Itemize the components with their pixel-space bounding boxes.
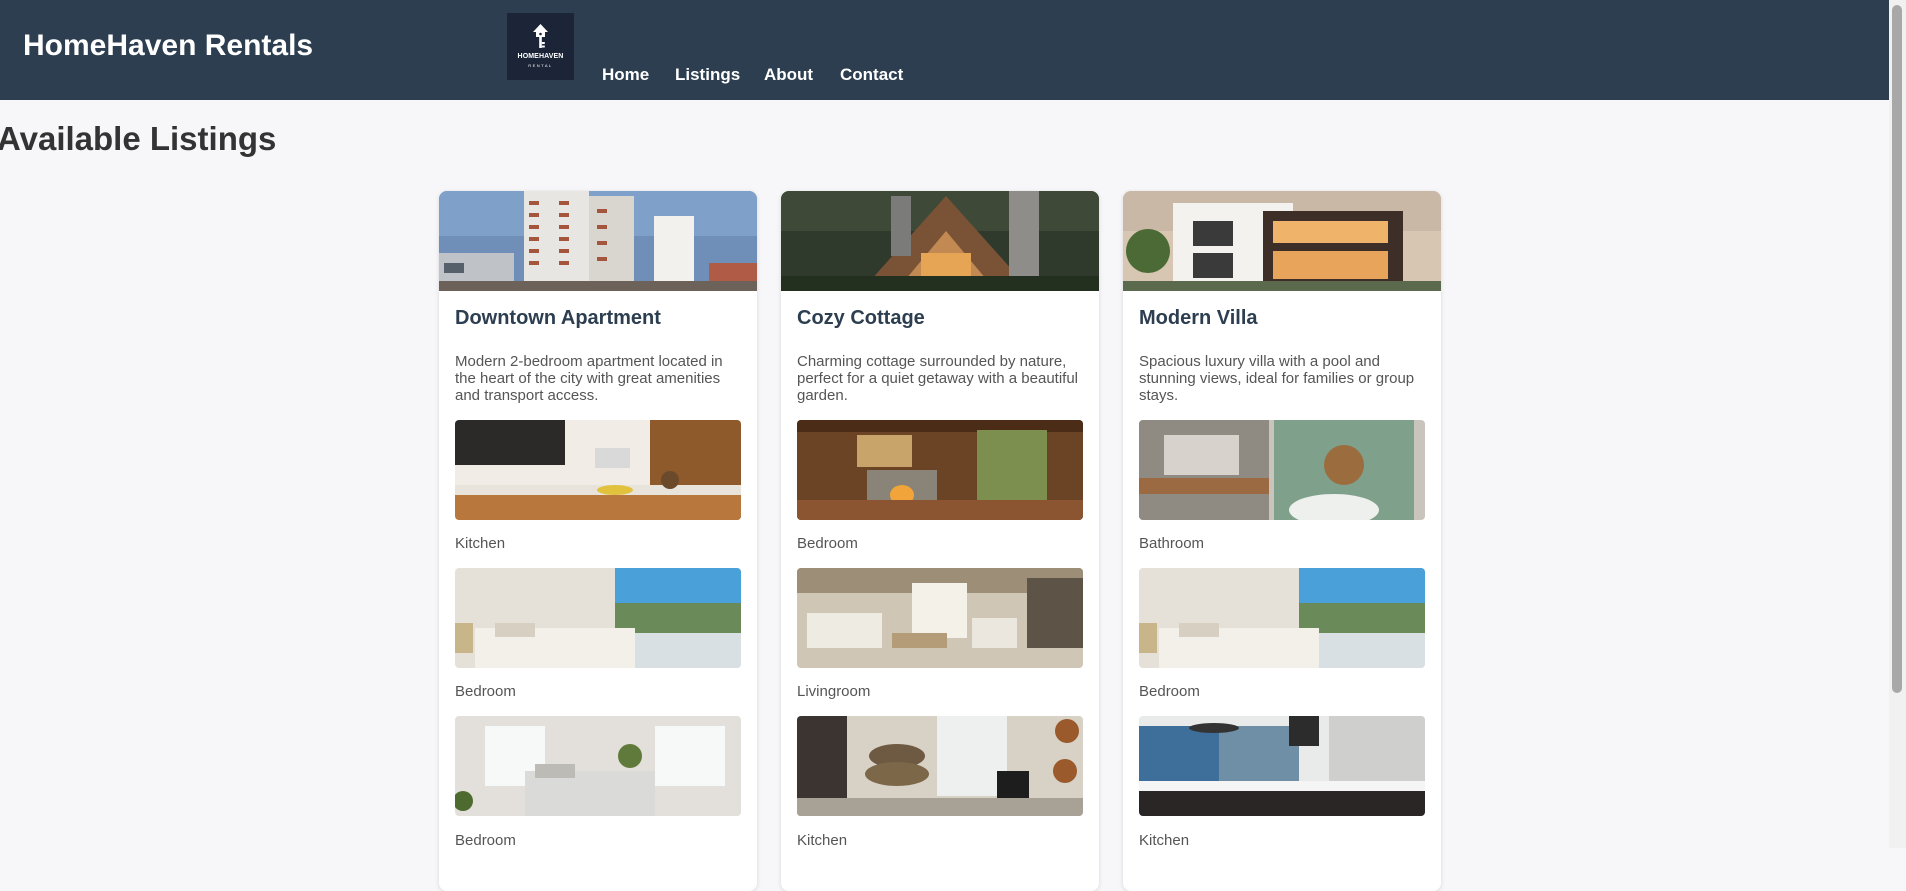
room-image-bathroom[interactable] [1139,420,1425,520]
room-image-kitchen[interactable] [1139,716,1425,816]
listing-cover-image [781,191,1099,291]
nav-about[interactable]: About [764,65,813,85]
listing-title[interactable]: Downtown Apartment [455,307,661,330]
scrollbar-thumb[interactable] [1892,5,1902,693]
listing-cover-image [1123,191,1441,291]
room-image-bedroom[interactable] [1139,568,1425,668]
room-image-kitchen[interactable] [797,716,1083,816]
site-brand[interactable]: HomeHaven Rentals [23,29,313,63]
room-label: Kitchen [1139,832,1190,849]
listing-title[interactable]: Cozy Cottage [797,307,925,330]
nav-contact[interactable]: Contact [840,65,903,85]
house-key-icon [533,24,548,48]
room-label: Livingroom [797,683,871,700]
room-image-bedroom[interactable] [797,420,1083,520]
room-label: Kitchen [455,535,506,552]
room-label: Bedroom [1139,683,1200,700]
room-image-livingroom[interactable] [797,568,1083,668]
room-label: Bedroom [455,683,516,700]
room-label: Bedroom [797,535,858,552]
listing-title[interactable]: Modern Villa [1139,307,1258,330]
nav-home[interactable]: Home [602,65,649,85]
listing-card[interactable]: Cozy Cottage Charming cottage surrounded… [781,191,1099,891]
listing-cover-image [439,191,757,291]
room-label: Bathroom [1139,535,1205,552]
listing-description: Modern 2-bedroom apartment located in th… [455,353,723,404]
listing-description: Spacious luxury villa with a pool and st… [1139,353,1415,404]
listing-card[interactable]: Downtown Apartment Modern 2-bedroom apar… [439,191,757,891]
page-title: Available Listings [0,120,277,157]
logo-name: HOMEHAVEN [517,53,564,60]
page-scrollbar[interactable] [1889,0,1906,848]
room-label: Kitchen [797,832,848,849]
room-image-bedroom[interactable] [455,568,741,668]
brand-logo[interactable]: HOMEHAVEN RENTAL [507,13,574,80]
logo-sub: RENTAL [528,63,553,68]
listing-description: Charming cottage surrounded by nature, p… [797,353,1079,404]
nav-listings[interactable]: Listings [675,65,740,85]
room-image-kitchen[interactable] [455,420,741,520]
site-header: HomeHaven Rentals HOMEHAVEN RENTAL Home … [0,0,1906,100]
room-label: Bedroom [455,832,516,849]
room-image-bedroom-2[interactable] [455,716,741,816]
listing-card[interactable]: Modern Villa Spacious luxury villa with … [1123,191,1441,891]
